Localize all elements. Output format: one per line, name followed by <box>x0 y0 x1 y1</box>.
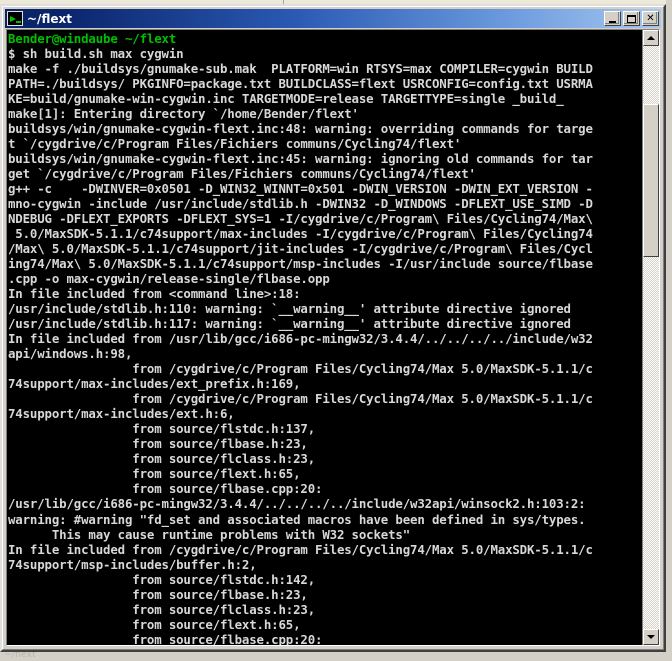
terminal-line-15: .cpp -o max-cygwin/release-single/flbase… <box>8 271 330 287</box>
terminal-line-22: 74support/max-includes/ext_prefix.h:169, <box>8 376 301 392</box>
terminal-line-12: 5.0/MaxSDK-5.1.1/c74support/max-includes… <box>8 226 593 242</box>
close-button[interactable]: ✕ <box>642 11 659 26</box>
terminal-line-5: buildsys/win/gnumake-cygwin-flext.inc:48… <box>8 121 593 137</box>
terminal-line-14: ing74/Max\ 5.0/MaxSDK-5.1.1/c74support/m… <box>8 256 593 272</box>
terminal-line-35: from source/flstdc.h:142, <box>8 571 316 587</box>
desktop-right-edge <box>666 0 672 661</box>
terminal-line-16: In file included from <command line>:18: <box>8 286 301 302</box>
terminal-line-25: from source/flstdc.h:137, <box>8 421 316 437</box>
terminal-window-inner-frame: ~/flext ✕ Bender@windaube ~/flext $ sh bu… <box>2 6 664 650</box>
terminal-line-30: /usr/lib/gcc/i686-pc-mingw32/3.4.4/../..… <box>8 496 586 512</box>
title-bar[interactable]: ~/flext ✕ <box>5 9 661 28</box>
terminal-window[interactable]: ~/flext ✕ Bender@windaube ~/flext $ sh bu… <box>0 4 666 652</box>
maximize-icon <box>624 12 639 25</box>
window-controls: ✕ <box>604 11 660 26</box>
terminal-line-10: mno-cygwin -include /usr/include/stdlib.… <box>8 196 593 212</box>
terminal-screen[interactable]: Bender@windaube ~/flext $ sh build.sh max… <box>7 30 642 645</box>
terminal-line-31: warning: #warning "fd_set and associated… <box>8 511 586 527</box>
maximize-button[interactable] <box>623 11 640 26</box>
terminal-line-21: from /cygdrive/c/Program Files/Cycling74… <box>8 361 593 377</box>
scrollbar-track[interactable] <box>643 46 659 629</box>
terminal-line-13: /Max\ 5.0/MaxSDK-5.1.1/c74support/jit-in… <box>8 241 593 257</box>
terminal-line-2: PATH=./buildsys/ PKGINFO=package.txt BUI… <box>8 76 593 92</box>
vertical-scrollbar[interactable] <box>642 30 659 645</box>
terminal-line-27: from source/flclass.h:23, <box>8 451 316 467</box>
terminal-line-19: In file included from /usr/lib/gcc/i686-… <box>8 331 593 347</box>
scroll-up-arrow-icon <box>647 36 655 40</box>
terminal-line-24: 74support/max-includes/ext.h:6, <box>8 406 235 422</box>
terminal-line-4: make[1]: Entering directory `/home/Bende… <box>8 106 359 122</box>
terminal-line-1: make -f ./buildsys/gnumake-sub.mak PLATF… <box>8 61 593 77</box>
terminal-line-20: api/windows.h:98, <box>8 346 133 362</box>
terminal-line-38: from source/flext.h:65, <box>8 616 301 632</box>
terminal-line-33: In file included from /cygdrive/c/Progra… <box>8 541 593 557</box>
terminal-line-11: NDEBUG -DFLEXT_EXPORTS -DFLEXT_SYS=1 -I/… <box>8 211 593 227</box>
terminal-line-7: buildsys/win/gnumake-cygwin-flext.inc:45… <box>8 151 593 167</box>
window-title: ~/flext <box>27 11 72 26</box>
cygwin-terminal-icon <box>7 11 23 26</box>
terminal-line-18: /usr/include/stdlib.h:117: warning: `__w… <box>8 316 571 332</box>
close-icon: ✕ <box>646 12 655 24</box>
scrollbar-thumb[interactable] <box>643 104 659 257</box>
minimize-button[interactable] <box>604 11 621 26</box>
terminal-prompt-line: Bender@windaube ~/flext <box>8 31 177 46</box>
terminal-line-23: from /cygdrive/c/Program Files/Cycling74… <box>8 391 593 407</box>
terminal-line-36: from source/flbase.h:23, <box>8 586 308 602</box>
terminal-line-9: g++ -c -DWINVER=0x0501 -D_WIN32_WINNT=0x… <box>8 181 593 197</box>
terminal-line-39: from source/flbase.cpp:20: <box>8 631 323 645</box>
terminal-line-17: /usr/include/stdlib.h:110: warning: `__w… <box>8 301 571 317</box>
terminal-line-26: from source/flbase.h:23, <box>8 436 308 452</box>
scroll-down-arrow-icon <box>647 635 655 639</box>
minimize-icon <box>605 12 620 25</box>
scroll-up-button[interactable] <box>643 30 659 46</box>
terminal-output: Bender@windaube ~/flext $ sh build.sh max… <box>8 31 642 645</box>
terminal-line-28: from source/flext.h:65, <box>8 466 301 482</box>
desktop-background: ~/flext ~/flext ✕ Bender@windaube ~/flex… <box>0 0 672 661</box>
terminal-line-37: from source/flclass.h:23, <box>8 601 316 617</box>
cygwin-bar-glyph <box>16 21 21 23</box>
terminal-line-0: $ sh build.sh max cygwin <box>8 46 184 62</box>
scroll-down-button[interactable] <box>643 629 659 645</box>
terminal-line-6: t `/cygdrive/c/Program Files/Fichiers co… <box>8 136 462 152</box>
terminal-line-3: KE=build/gnumake-win-cygwin.inc TARGETMO… <box>8 91 564 107</box>
terminal-line-32: This may cause runtime problems with W32… <box>8 526 411 542</box>
terminal-client-area: Bender@windaube ~/flext $ sh build.sh max… <box>6 29 660 646</box>
terminal-line-34: 74support/msp-includes/buffer.h:2, <box>8 556 257 572</box>
terminal-line-8: get `/cygdrive/c/Program Files/Fichiers … <box>8 166 476 182</box>
terminal-line-29: from source/flbase.cpp:20: <box>8 481 323 497</box>
